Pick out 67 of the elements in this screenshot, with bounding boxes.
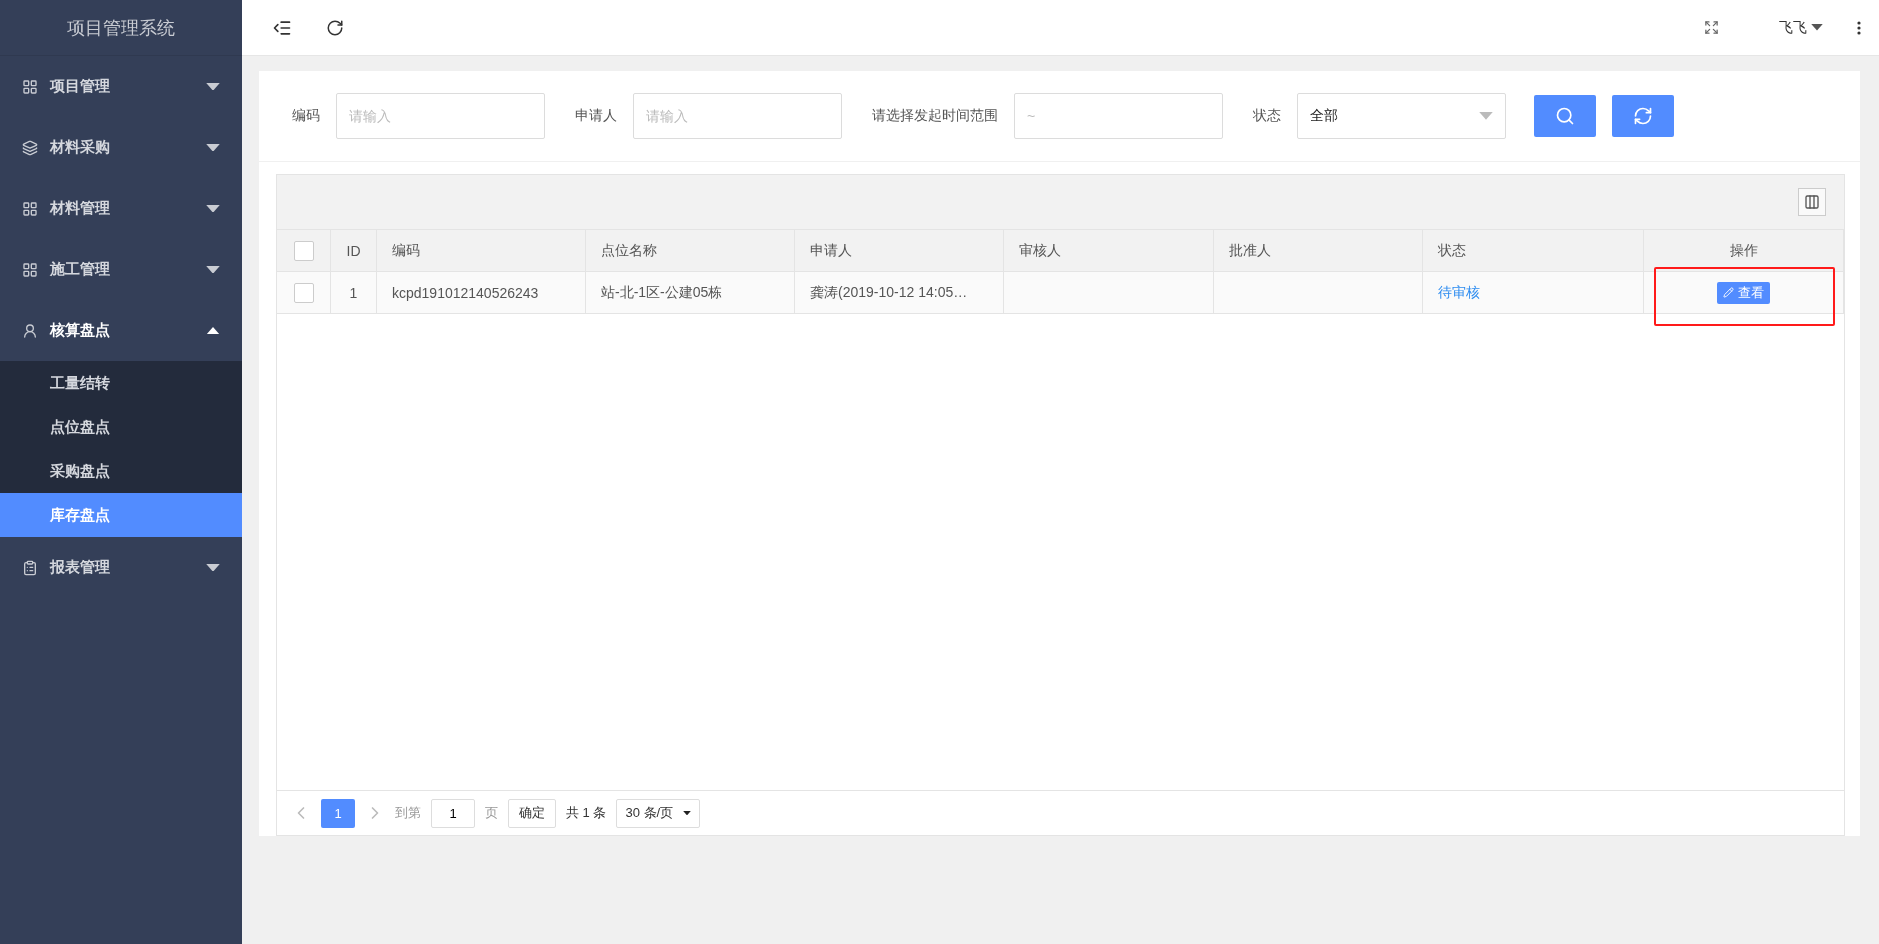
caret-icon [206,265,220,274]
fullscreen-button[interactable] [1704,20,1719,35]
table-cell: 1 [331,272,377,314]
submenu-item[interactable]: 工量结转 [0,361,242,405]
layers-icon [22,139,38,156]
caret-icon [206,82,220,91]
caret-icon [206,326,220,335]
page-input[interactable]: 1 [431,798,475,828]
filter-label: 请选择发起时间范围 [872,107,998,126]
filter-label: 申请人 [575,107,617,126]
caret-icon [206,563,220,572]
filter-field[interactable]: ~ [1014,93,1223,140]
table-cell: kcpd191012140526243 [377,272,586,314]
grid-icon [22,261,38,278]
table-cell: 站-北-1区-公建05栋 [586,272,795,314]
confirm-button[interactable]: 确定 [508,798,556,828]
grid-icon [22,200,38,217]
sidebar-item[interactable]: 报表管理 [0,537,242,598]
caret-icon [206,143,220,152]
user-menu[interactable]: 飞飞 [1779,18,1823,37]
search-button[interactable] [1534,95,1596,138]
checkbox[interactable] [293,240,314,261]
pencil-icon [1723,287,1734,299]
sidebar-item[interactable]: 核算盘点 [0,300,242,361]
total-count: 共 1 条 [566,804,607,822]
caret-icon [1479,112,1493,120]
refresh-icon [1633,106,1653,127]
status-text: 待审核 [1423,272,1644,314]
column-header: 审核人 [1004,230,1214,272]
user-icon [22,322,38,339]
more-icon [1857,20,1861,35]
caret-icon [206,204,220,213]
goto-label: 到第 [395,804,421,822]
column-header: 编码 [377,230,586,272]
checkbox[interactable] [293,282,314,303]
sidebar-item[interactable]: 材料管理 [0,178,242,239]
table-cell: 龚涛(2019-10-12 14:05… [795,272,1004,314]
sidebar-item[interactable]: 材料采购 [0,117,242,178]
fullscreen-icon [1704,20,1719,35]
column-header: 操作 [1644,230,1844,272]
caret-icon [683,810,692,816]
column-header: 批准人 [1214,230,1423,272]
filter-field[interactable]: 请输入 [336,93,545,140]
sidebar-item[interactable]: 项目管理 [0,56,242,117]
sidebar-item[interactable]: 施工管理 [0,239,242,300]
columns-button[interactable] [1798,188,1826,217]
reset-button[interactable] [1612,95,1674,138]
filter-label: 状态 [1253,107,1281,126]
page-size-select[interactable]: 30 条/页 [616,798,701,828]
column-header: 点位名称 [586,230,795,272]
submenu-item[interactable]: 采购盘点 [0,449,242,493]
more-button[interactable] [1857,20,1861,35]
columns-icon [1804,194,1820,211]
clipboard-icon [22,559,38,576]
filter-label: 编码 [292,107,320,126]
column-header: ID [331,230,377,272]
column-header: 申请人 [795,230,1004,272]
filter-field[interactable]: 请输入 [633,93,842,140]
reload-button[interactable] [326,18,344,37]
refresh-icon [326,18,344,37]
column-header: 状态 [1423,230,1644,272]
page-unit-label: 页 [485,804,498,822]
submenu-item[interactable]: 点位盘点 [0,405,242,449]
grid-icon [22,78,38,95]
caret-icon [1811,24,1823,31]
search-icon [1555,106,1575,127]
status-select[interactable]: 全部 [1297,93,1506,140]
